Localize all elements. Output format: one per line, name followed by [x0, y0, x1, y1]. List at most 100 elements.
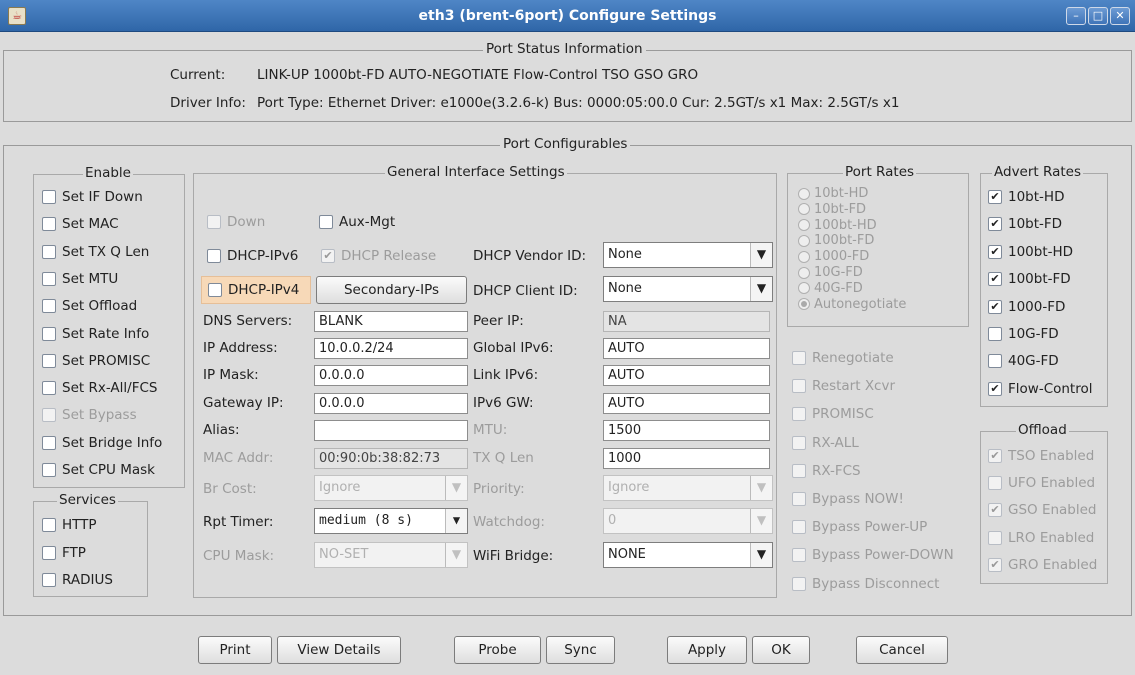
gateway-ip-input[interactable]: 0.0.0.0 [314, 393, 468, 414]
100bt-fd-checkbox[interactable]: ✔ 100bt-FD [988, 271, 1071, 287]
port-rate-10bt-hd-radio[interactable]: 10bt-HD [798, 186, 868, 201]
watchdog-select[interactable]: 0 ▼ [603, 508, 773, 534]
radius-checkbox[interactable]: RADIUS [42, 572, 113, 588]
bypass-now-checkbox[interactable]: Bypass NOW! [792, 491, 904, 507]
mtu-input[interactable]: 1500 [603, 420, 770, 441]
rpt-timer-select[interactable]: medium (8 s) ▼ [314, 508, 468, 534]
global-ipv6-input[interactable]: AUTO [603, 338, 770, 359]
tx-q-len-input[interactable]: 1000 [603, 448, 770, 469]
alias-label: Alias: [203, 422, 240, 438]
port-rate-label: 40G-FD [814, 280, 863, 296]
bypass-disconnect-label: Bypass Disconnect [812, 575, 940, 592]
renegotiate-checkbox[interactable]: Renegotiate [792, 350, 894, 366]
down-checkbox[interactable]: Down [207, 214, 265, 230]
ip-address-input[interactable]: 10.0.0.2/24 [314, 338, 468, 359]
driver-info-value: Port Type: Ethernet Driver: e1000e(3.2.6… [257, 95, 900, 111]
set-promisc-checkbox[interactable]: Set PROMISC [42, 353, 150, 369]
flow-control-checkbox[interactable]: ✔ Flow-Control [988, 381, 1093, 397]
maximize-icon[interactable]: □ [1088, 7, 1108, 25]
port-rate-10g-fd-radio[interactable]: 10G-FD [798, 265, 863, 280]
gso-enabled-checkbox[interactable]: ✔ GSO Enabled [988, 502, 1097, 518]
dns-servers-input[interactable]: BLANK [314, 311, 468, 332]
10g-fd-label: 10G-FD [1008, 326, 1059, 342]
link-ipv6-input[interactable]: AUTO [603, 365, 770, 386]
port-rate-100bt-fd-radio[interactable]: 100bt-FD [798, 233, 874, 248]
wifi-bridge-select[interactable]: NONE ▼ [603, 542, 773, 568]
ip-mask-input[interactable]: 0.0.0.0 [314, 365, 468, 386]
dhcp-release-checkbox[interactable]: ✔ DHCP Release [321, 248, 436, 264]
set-cpu-mask-checkbox[interactable]: Set CPU Mask [42, 462, 155, 478]
peer-ip-input[interactable]: NA [603, 311, 770, 332]
checkbox-box [988, 530, 1002, 545]
probe-button[interactable]: Probe [454, 636, 541, 664]
set-if-down-checkbox[interactable]: Set IF Down [42, 189, 143, 205]
rx-fcs-checkbox[interactable]: RX-FCS [792, 463, 861, 479]
sync-button[interactable]: Sync [546, 636, 615, 664]
print-button[interactable]: Print [198, 636, 272, 664]
set-rx-all-fcs-checkbox[interactable]: Set Rx-All/FCS [42, 380, 157, 396]
dhcp-ipv4-checkbox[interactable]: DHCP-IPv4 [201, 276, 311, 304]
set-offload-checkbox[interactable]: Set Offload [42, 298, 137, 314]
ipv6-gw-label: IPv6 GW: [473, 395, 534, 411]
set-mtu-checkbox[interactable]: Set MTU [42, 271, 118, 287]
port-rate-100bt-hd-radio[interactable]: 100bt-HD [798, 218, 877, 233]
http-checkbox[interactable]: HTTP [42, 517, 97, 533]
checkbox-box [207, 215, 221, 229]
set-bridge-info-checkbox[interactable]: Set Bridge Info [42, 435, 162, 451]
10g-fd-checkbox[interactable]: 10G-FD [988, 326, 1059, 342]
dhcp-client-id-select[interactable]: None ▼ [603, 276, 773, 302]
set-bridge-info-label: Set Bridge Info [62, 434, 163, 451]
bypass-power-down-checkbox[interactable]: Bypass Power-DOWN [792, 547, 954, 563]
priority-label: Priority: [473, 481, 525, 497]
cpu-mask-value: NO-SET [319, 547, 369, 562]
cancel-button[interactable]: Cancel [856, 636, 948, 664]
ftp-checkbox[interactable]: FTP [42, 545, 86, 561]
rx-all-label: RX-ALL [812, 434, 859, 451]
10bt-hd-checkbox[interactable]: ✔ 10bt-HD [988, 189, 1064, 205]
port-rate-10bt-fd-radio[interactable]: 10bt-FD [798, 202, 866, 217]
1000-fd-checkbox[interactable]: ✔ 1000-FD [988, 299, 1065, 315]
set-tx-q-len-checkbox[interactable]: Set TX Q Len [42, 244, 149, 260]
priority-select[interactable]: Ignore ▼ [603, 475, 773, 501]
mac-addr-input[interactable]: 00:90:0b:38:82:73 [314, 448, 468, 469]
tx-q-len-label: TX Q Len [473, 450, 534, 466]
set-mac-checkbox[interactable]: Set MAC [42, 216, 119, 232]
ok-button[interactable]: OK [752, 636, 810, 664]
renegotiate-label: Renegotiate [812, 350, 894, 366]
checkbox-box [42, 573, 56, 587]
minimize-icon[interactable]: – [1066, 7, 1086, 25]
cpu-mask-select[interactable]: NO-SET ▼ [314, 542, 468, 568]
restart-xcvr-checkbox[interactable]: Restart Xcvr [792, 378, 895, 394]
view-details-button[interactable]: View Details [277, 636, 401, 664]
set-rate-info-checkbox[interactable]: Set Rate Info [42, 326, 149, 342]
rx-all-checkbox[interactable]: RX-ALL [792, 435, 859, 451]
100bt-hd-checkbox[interactable]: ✔ 100bt-HD [988, 244, 1073, 260]
port-rate-autonegotiate-radio[interactable]: Autonegotiate [798, 297, 906, 312]
close-icon[interactable]: ✕ [1110, 7, 1130, 25]
secondary-ips-button[interactable]: Secondary-IPs [316, 276, 467, 304]
bypass-power-up-checkbox[interactable]: Bypass Power-UP [792, 519, 927, 535]
bypass-disconnect-checkbox[interactable]: Bypass Disconnect [792, 576, 939, 592]
check-icon: ✔ [988, 190, 1002, 204]
aux-mgt-checkbox[interactable]: Aux-Mgt [319, 214, 395, 230]
port-rate-1000-fd-radio[interactable]: 1000-FD [798, 249, 869, 264]
gro-enabled-checkbox[interactable]: ✔ GRO Enabled [988, 557, 1097, 573]
promisc-checkbox[interactable]: PROMISC [792, 406, 874, 422]
10bt-fd-checkbox[interactable]: ✔ 10bt-FD [988, 216, 1062, 232]
tso-enabled-checkbox[interactable]: ✔ TSO Enabled [988, 448, 1094, 464]
lro-enabled-checkbox[interactable]: LRO Enabled [988, 530, 1094, 546]
dropdown-arrow-icon: ▼ [445, 509, 467, 533]
dhcp-ipv6-checkbox[interactable]: DHCP-IPv6 [207, 248, 298, 264]
radio-icon [798, 187, 810, 200]
br-cost-select[interactable]: Ignore ▼ [314, 475, 468, 501]
checkbox-box [42, 408, 56, 423]
alias-input[interactable] [314, 420, 468, 441]
set-bypass-checkbox[interactable]: Set Bypass [42, 407, 137, 423]
ufo-enabled-label: UFO Enabled [1008, 475, 1096, 492]
apply-button[interactable]: Apply [667, 636, 747, 664]
ufo-enabled-checkbox[interactable]: UFO Enabled [988, 475, 1095, 491]
40g-fd-checkbox[interactable]: 40G-FD [988, 353, 1059, 369]
dhcp-vendor-id-select[interactable]: None ▼ [603, 242, 773, 268]
ipv6-gw-input[interactable]: AUTO [603, 393, 770, 414]
port-rate-40g-fd-radio[interactable]: 40G-FD [798, 281, 863, 296]
